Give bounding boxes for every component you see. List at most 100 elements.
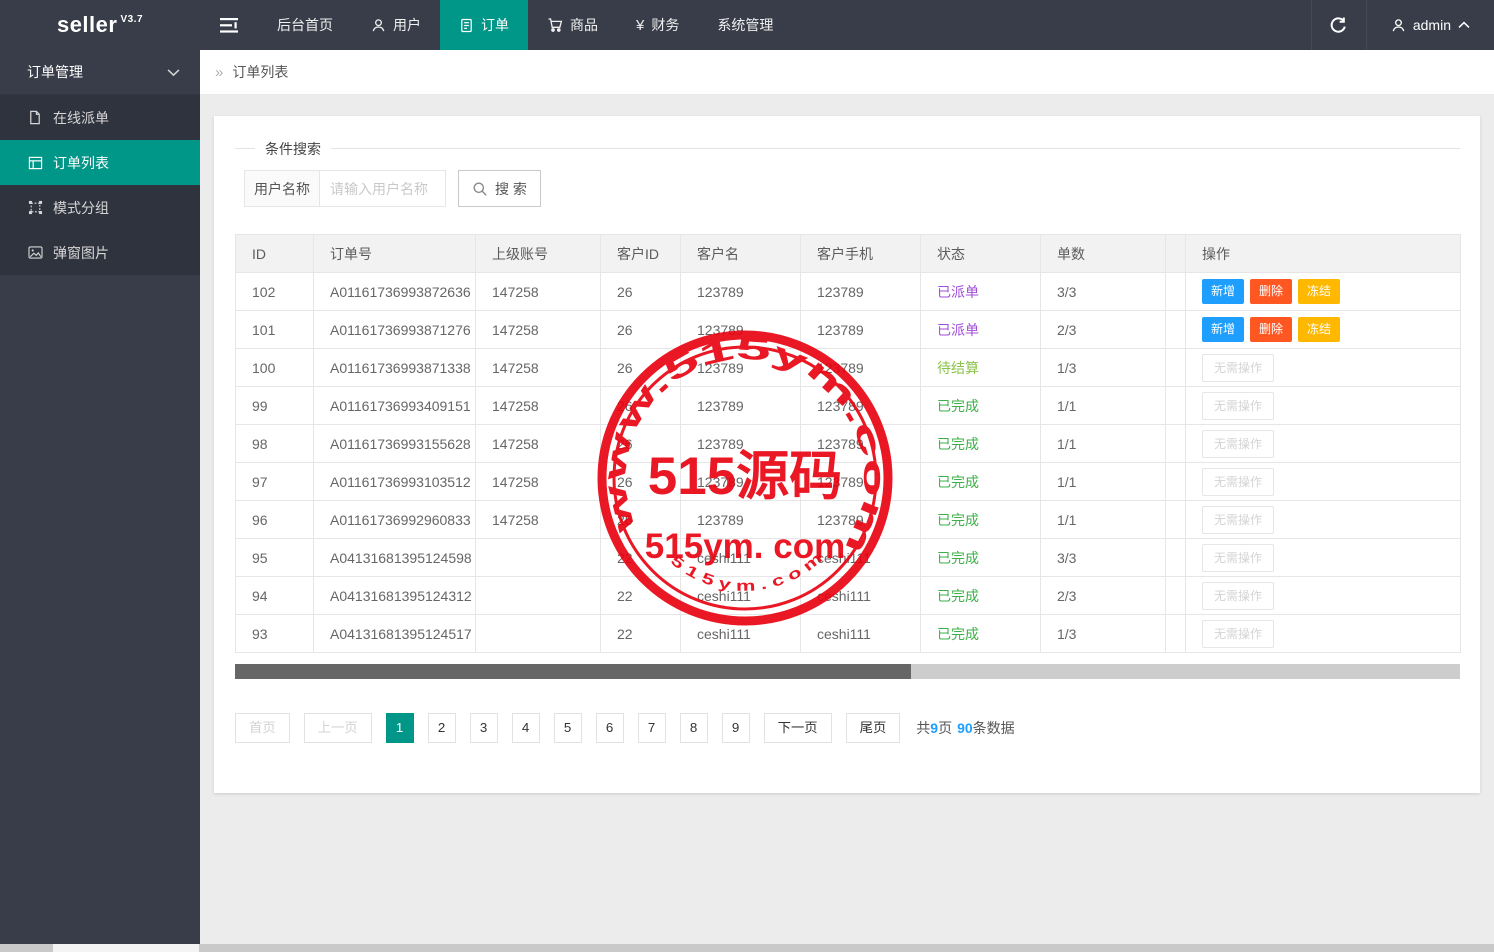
cell-parent-account: 147258 [475, 500, 601, 539]
cell-spacer [1165, 348, 1186, 387]
pagination-page-9[interactable]: 9 [721, 713, 750, 743]
table-scrollbar-thumb[interactable] [235, 664, 911, 679]
sidebar-item-label: 在线派单 [53, 109, 109, 126]
nav-item-finance[interactable]: ¥ 财务 [617, 0, 698, 50]
freeze-button[interactable]: 冻结 [1298, 317, 1341, 342]
cell-id: 100 [235, 348, 314, 387]
cell-actions: 无需操作 [1185, 462, 1461, 501]
app-version: V3.7 [120, 13, 144, 25]
cell-spacer [1165, 310, 1186, 349]
sidebar-group-order-management[interactable]: 订单管理 [0, 50, 200, 95]
cell-count: 2/3 [1040, 310, 1166, 349]
column-header: 上级账号 [475, 234, 601, 273]
no-action-button: 无需操作 [1202, 581, 1275, 610]
no-action-button: 无需操作 [1202, 543, 1275, 572]
cell-spacer [1165, 424, 1186, 463]
add-button[interactable]: 新增 [1202, 317, 1245, 342]
pagination-next-button[interactable]: 下一页 [763, 713, 832, 743]
sidebar-item-order-list[interactable]: 订单列表 [0, 140, 200, 185]
table-row: 94 A04131681395124312 22 ceshi111 ceshi111 已完… [235, 576, 1461, 615]
pagination-page-3[interactable]: 3 [469, 713, 498, 743]
top-nav: 后台首页 用户 订单 商品 ¥ 财务 系统管理 [258, 0, 792, 50]
pagination-last-button[interactable]: 尾页 [845, 713, 901, 743]
cell-customer-name: 123789 [680, 310, 801, 349]
breadcrumb: » 订单列表 [200, 50, 1494, 95]
username-input[interactable] [320, 170, 446, 207]
sidebar-item-mode-group[interactable]: 模式分组 [0, 185, 200, 230]
cell-count: 2/3 [1040, 576, 1166, 615]
pagination-page-1[interactable]: 1 [385, 713, 414, 743]
cell-order-no: A01161736993871276 [313, 310, 476, 349]
sidebar-group-label: 订单管理 [27, 64, 83, 80]
cell-customer-name: 123789 [680, 348, 801, 387]
pagination-page-7[interactable]: 7 [637, 713, 666, 743]
pagination-summary: 共9页 90条数据 [916, 718, 1014, 738]
cell-customer-phone: 123789 [800, 310, 921, 349]
cell-id: 102 [235, 272, 314, 311]
cell-id: 101 [235, 310, 314, 349]
cell-customer-name: ceshi111 [680, 576, 801, 615]
cell-spacer [1165, 462, 1186, 501]
cell-id: 97 [235, 462, 314, 501]
pagination-summary-summary_mid: 页 [938, 720, 953, 736]
pagination-summary-total_pages: 9 [930, 720, 939, 736]
cell-parent-account: 147258 [475, 462, 601, 501]
pagination-page-6[interactable]: 6 [595, 713, 624, 743]
nav-item-orders[interactable]: 订单 [440, 0, 528, 50]
nav-item-system[interactable]: 系统管理 [698, 0, 792, 50]
add-button[interactable]: 新增 [1202, 279, 1245, 304]
delete-button[interactable]: 删除 [1250, 317, 1293, 342]
pagination-page-4[interactable]: 4 [511, 713, 540, 743]
nav-item-label: 用户 [393, 17, 421, 33]
cell-status: 已完成 [920, 462, 1041, 501]
sidebar: 订单管理 在线派单订单列表模式分组 弹窗图片 [0, 50, 200, 944]
admin-menu[interactable]: admin [1367, 0, 1494, 50]
sidebar-item-popup-image[interactable]: 弹窗图片 [0, 230, 200, 275]
app-logo: seller V3.7 [0, 0, 200, 50]
cell-customer-phone: ceshi111 [800, 614, 921, 653]
refresh-icon[interactable] [1312, 0, 1366, 50]
page-horizontal-scrollbar[interactable] [0, 944, 1494, 952]
cell-order-no: A01161736993409151 [313, 386, 476, 425]
nav-item-users[interactable]: 用户 [352, 0, 440, 50]
pagination-page-8[interactable]: 8 [679, 713, 708, 743]
cell-id: 93 [235, 614, 314, 653]
status-badge: 已派单 [937, 321, 979, 338]
table-row: 97 A01161736993103512 147258 26 123789 123789… [235, 462, 1461, 501]
cell-id: 99 [235, 386, 314, 425]
table-horizontal-scrollbar[interactable] [235, 664, 1460, 679]
cell-parent-account: 147258 [475, 424, 601, 463]
column-header: 客户名 [680, 234, 801, 273]
nav-item-goods[interactable]: 商品 [528, 0, 617, 50]
status-badge: 已完成 [937, 511, 979, 528]
freeze-button[interactable]: 冻结 [1298, 279, 1341, 304]
cell-count: 1/1 [1040, 500, 1166, 539]
delete-button[interactable]: 删除 [1250, 279, 1293, 304]
sidebar-item-online-dispatch[interactable]: 在线派单 [0, 95, 200, 140]
table-row: 93 A04131681395124517 22 ceshi111 ceshi111 已完… [235, 614, 1461, 653]
chevron-up-icon [1458, 21, 1470, 29]
cell-status: 已完成 [920, 538, 1041, 577]
pagination-page-2[interactable]: 2 [427, 713, 456, 743]
sidebar-item-label: 订单列表 [53, 154, 109, 171]
menu-toggle-icon[interactable] [200, 0, 258, 50]
cell-customer-name: 123789 [680, 462, 801, 501]
nav-item-label: 订单 [481, 17, 509, 33]
cell-actions: 无需操作 [1185, 538, 1461, 577]
nav-item-home[interactable]: 后台首页 [258, 0, 352, 50]
app-logo-text: seller [56, 12, 118, 37]
pagination-summary-summary_suffix: 条数据 [972, 720, 1015, 736]
search-button[interactable]: 搜 索 [458, 170, 541, 207]
search-fieldset: 条件搜索 用户名称 搜 索 [235, 140, 1460, 207]
search-button-label: 搜 索 [495, 180, 527, 197]
status-badge: 已完成 [937, 397, 979, 414]
pagination-page-5[interactable]: 5 [553, 713, 582, 743]
table-row: 95 A04131681395124598 22 ceshi111 ceshi111 已完… [235, 538, 1461, 577]
search-icon [472, 181, 488, 197]
document-icon [459, 18, 474, 33]
cell-spacer [1165, 538, 1186, 577]
no-action-button: 无需操作 [1202, 353, 1275, 382]
cell-customer-name: 123789 [680, 272, 801, 311]
search-legend: 条件搜索 [255, 140, 331, 158]
page-scrollbar-thumb[interactable] [53, 944, 199, 952]
